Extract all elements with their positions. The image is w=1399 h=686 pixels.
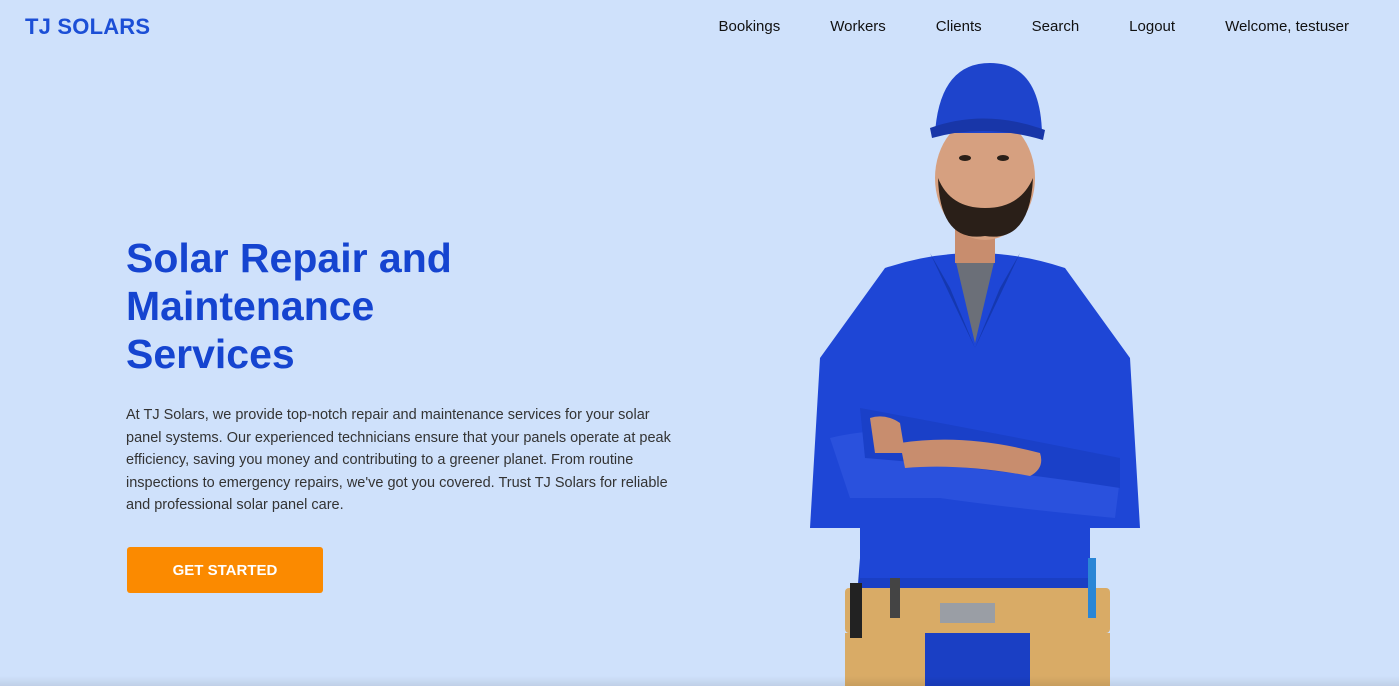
nav-workers[interactable]: Workers (830, 18, 886, 35)
nav-search[interactable]: Search (1032, 18, 1080, 35)
nav-bookings[interactable]: Bookings (719, 18, 781, 35)
brand-logo[interactable]: TJ SOLARS (25, 14, 150, 40)
main-nav: Bookings Workers Clients Search Logout W… (719, 18, 1350, 35)
nav-clients[interactable]: Clients (936, 18, 982, 35)
worker-image (810, 63, 1140, 686)
get-started-button[interactable]: GET STARTED (127, 547, 323, 593)
hero-title: Solar Repair and Maintenance Services (126, 235, 452, 377)
top-navbar: TJ SOLARS Bookings Workers Clients Searc… (0, 0, 1399, 56)
nav-logout[interactable]: Logout (1129, 18, 1175, 35)
bottom-shadow (0, 676, 1399, 686)
nav-welcome-user[interactable]: Welcome, testuser (1225, 18, 1349, 35)
hero-description: At TJ Solars, we provide top-notch repai… (126, 407, 671, 513)
